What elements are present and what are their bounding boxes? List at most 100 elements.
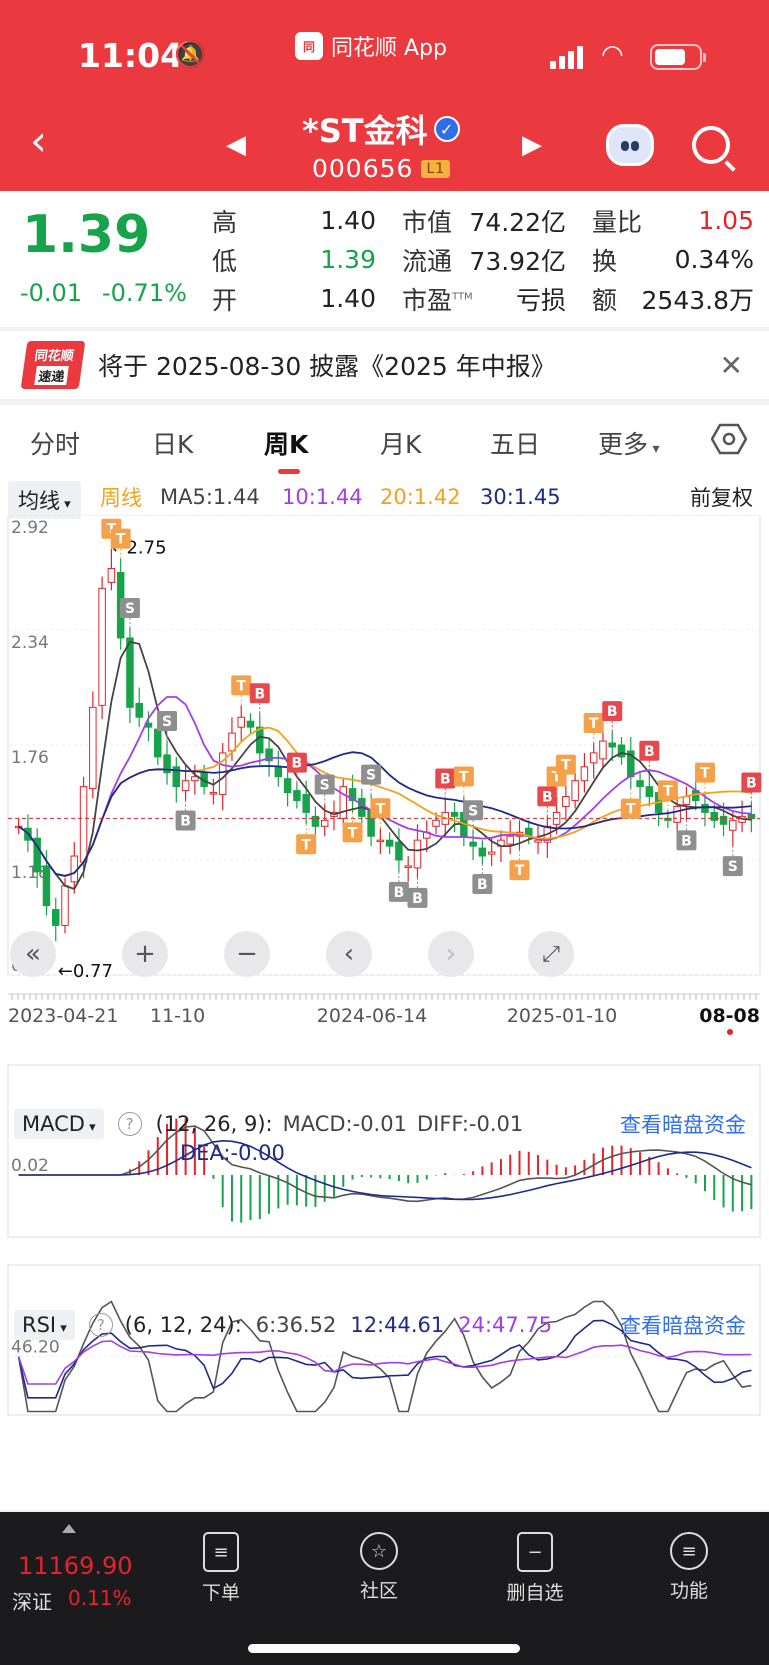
- candle-body: [98, 587, 106, 706]
- back-to-app[interactable]: 同 同花顺 App: [295, 30, 447, 62]
- candle-body: [729, 819, 737, 831]
- rsi-select[interactable]: RSI ▾: [14, 1310, 75, 1340]
- signal-marker-label: S: [320, 777, 330, 793]
- nav-remove-label: 删自选: [506, 1582, 564, 1604]
- current-price: 1.39: [22, 205, 151, 265]
- price-change-pct: -0.71%: [102, 279, 187, 307]
- back-icon[interactable]: ‹: [30, 120, 47, 162]
- candle-body: [701, 803, 709, 813]
- x-tick-label: 2024-06-14: [317, 1005, 427, 1027]
- close-icon[interactable]: ✕: [720, 349, 743, 382]
- candle-body: [42, 865, 51, 907]
- nav-functions[interactable]: ≡ 功能: [644, 1532, 734, 1603]
- scroll-right-icon[interactable]: ›: [428, 931, 474, 977]
- settings-icon[interactable]: [711, 423, 747, 455]
- dropdown-icon: ▾: [60, 497, 71, 512]
- pe-value: 亏损: [515, 285, 566, 315]
- verified-icon: ✓: [433, 116, 460, 142]
- dark-pool-link-macd[interactable]: 查看暗盘资金: [620, 1109, 746, 1139]
- signal-marker-label: S: [468, 803, 478, 819]
- prev-stock-icon[interactable]: ◀: [226, 130, 246, 160]
- search-icon[interactable]: [692, 126, 730, 164]
- rsi-select-label: RSI: [22, 1313, 57, 1337]
- macd-y-tick: 0.02: [11, 1156, 49, 1176]
- bottom-nav: 11169.90 深证 0.11% ≡ 下单 ☆ 社区 − 删自选 ≡ 功能: [0, 1512, 769, 1665]
- y-tick-label: 1.76: [11, 748, 49, 768]
- nav-community[interactable]: ☆ 社区: [334, 1532, 424, 1603]
- menu-icon: ≡: [670, 1532, 708, 1570]
- assistant-robot-icon[interactable]: [606, 124, 654, 166]
- dropdown-icon: ▾: [84, 1120, 96, 1135]
- candle-body: [339, 786, 348, 819]
- volume-ratio-value: 1.05: [698, 206, 754, 235]
- stock-name-text: *ST金科: [302, 112, 428, 150]
- signal-marker-label: B: [542, 789, 553, 805]
- kline-chart[interactable]: 2.922.341.761.180.60←2.75←0.77TTSSBTBBTS…: [0, 515, 769, 1505]
- signal-marker-label: T: [116, 532, 126, 548]
- tab-weekly-k[interactable]: 周K: [264, 425, 308, 474]
- signal-marker-label: T: [626, 802, 636, 818]
- order-icon: ≡: [203, 1532, 239, 1572]
- nav-functions-label: 功能: [669, 1580, 708, 1602]
- tab-five-day[interactable]: 五日: [490, 425, 540, 461]
- zoom-in-icon[interactable]: +: [122, 931, 168, 977]
- candle-body: [450, 811, 459, 817]
- ma-select[interactable]: 均线 ▾: [8, 481, 81, 519]
- notice-banner[interactable]: 同花顺 速递 将于 2025-08-30 披露《2025 年中报》 ✕: [0, 331, 769, 399]
- home-indicator: [248, 1644, 520, 1653]
- scroll-left-icon[interactable]: ‹: [326, 931, 372, 977]
- news-logo: 同花顺 速递: [20, 341, 86, 389]
- ma30-value: 30:1.45: [480, 485, 561, 509]
- header: 11:04 🔕 同 同花顺 App ◠ ‹ ◀ *ST金科 ✓ 000656 L…: [0, 0, 769, 191]
- tab-more[interactable]: 更多 ▾: [598, 425, 660, 461]
- candle-body: [191, 776, 199, 782]
- fullscreen-icon[interactable]: ⤢: [528, 931, 574, 977]
- nav-order[interactable]: ≡ 下单: [176, 1532, 266, 1605]
- tab-daily-k[interactable]: 日K: [152, 425, 193, 461]
- candle-body: [181, 780, 190, 792]
- nav-order-label: 下单: [201, 1582, 240, 1604]
- candle-body: [673, 805, 681, 823]
- adjust-mode[interactable]: 前复权: [690, 482, 753, 512]
- low-annotation: ←0.77: [58, 961, 113, 982]
- amount-value: 2543.8万: [641, 285, 754, 315]
- wifi-icon: ◠: [601, 40, 624, 70]
- x-tick-label: 2023-04-21: [8, 1005, 118, 1027]
- dropdown-icon: ▾: [648, 441, 660, 457]
- index-name: 深证: [12, 1590, 52, 1614]
- stock-name: *ST金科 ✓: [302, 106, 460, 152]
- zoom-out-icon[interactable]: −: [224, 931, 270, 977]
- rsi-header: RSI ▾ ? (6, 12, 24): 6:36.52 12:44.61 24…: [14, 1310, 552, 1340]
- index-value[interactable]: 11169.90: [18, 1552, 133, 1580]
- tab-monthly-k[interactable]: 月K: [380, 425, 421, 461]
- candle-body: [209, 792, 218, 795]
- candle-body: [376, 839, 385, 843]
- tab-intraday[interactable]: 分时: [30, 425, 80, 461]
- help-icon[interactable]: ?: [88, 1313, 113, 1337]
- latest-dot: [727, 1029, 733, 1035]
- dark-pool-link-rsi[interactable]: 查看暗盘资金: [620, 1310, 746, 1340]
- level-badge: L1: [421, 159, 451, 178]
- macd-select-label: MACD: [22, 1112, 85, 1136]
- expand-icon[interactable]: [62, 1524, 76, 1533]
- rsi6-value: 6:36.52: [255, 1313, 337, 1337]
- candle-body: [506, 835, 514, 845]
- candle-body: [79, 786, 88, 863]
- help-icon[interactable]: ?: [117, 1112, 142, 1136]
- collapse-icon[interactable]: «: [10, 931, 56, 977]
- signal-marker-label: B: [746, 776, 757, 792]
- notice-text: 将于 2025-08-30 披露《2025 年中报》: [98, 352, 556, 381]
- low-label: 低: [212, 246, 238, 276]
- high-value: 1.40: [320, 206, 376, 235]
- macd-select[interactable]: MACD ▾: [14, 1109, 104, 1139]
- candle-body: [246, 720, 255, 728]
- candle-body: [237, 716, 245, 728]
- nav-remove-watchlist[interactable]: − 删自选: [490, 1532, 580, 1605]
- y-tick-label: 2.92: [11, 518, 49, 538]
- turnover-value: 0.34%: [674, 245, 754, 274]
- candle-body: [385, 839, 394, 847]
- signal-marker-label: S: [366, 768, 376, 784]
- candle-body: [589, 752, 598, 764]
- next-stock-icon[interactable]: ▶: [522, 130, 542, 160]
- candle-body: [617, 744, 626, 758]
